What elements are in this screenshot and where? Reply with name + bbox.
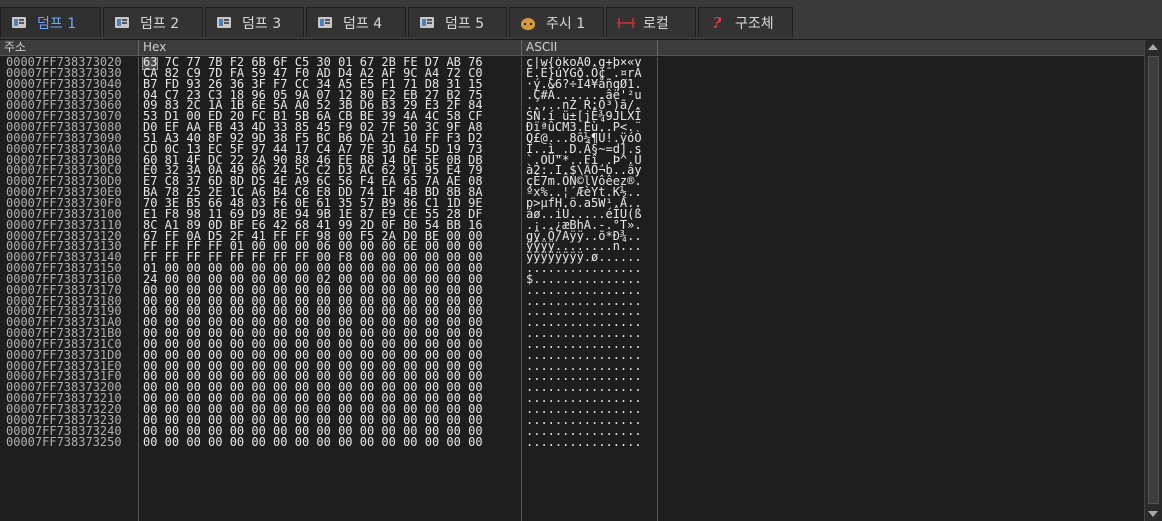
tab-label: 덤프 3 bbox=[242, 15, 282, 32]
watch-icon bbox=[520, 16, 536, 30]
header-ascii[interactable]: ASCII bbox=[522, 40, 658, 55]
vertical-scrollbar[interactable] bbox=[1144, 40, 1162, 521]
row-hex-bytes[interactable]: 00 00 00 00 00 00 00 00 00 00 00 00 00 0… bbox=[143, 436, 483, 448]
tab-dump-4[interactable]: 덤프 4 bbox=[306, 7, 406, 37]
tab-label: 로컬 bbox=[643, 15, 669, 32]
tab-dump-2[interactable]: 덤프 2 bbox=[103, 7, 203, 37]
tab-watch-1[interactable]: 주시 1 bbox=[509, 7, 604, 37]
scroll-down-icon[interactable] bbox=[1148, 511, 1158, 517]
tab-label: 덤프 1 bbox=[37, 15, 77, 32]
tab-label: 덤프 4 bbox=[343, 15, 383, 32]
header-hex[interactable]: Hex bbox=[139, 40, 522, 55]
dump-icon bbox=[11, 16, 27, 30]
tab-locals[interactable]: 로컬 bbox=[606, 7, 696, 37]
locals-icon bbox=[617, 16, 635, 30]
row-address[interactable]: 00007FF738373250 bbox=[6, 436, 122, 448]
dump-icon bbox=[216, 16, 232, 30]
dump-view[interactable]: 주소 Hex ASCII 00007FF738373020 63 7C 77 7B… bbox=[0, 40, 1162, 521]
row-ascii[interactable]: ................ bbox=[526, 436, 642, 448]
struct-icon: ? bbox=[712, 13, 722, 32]
tab-dump-1[interactable]: 덤프 1 bbox=[0, 7, 101, 37]
tab-label: 주시 1 bbox=[546, 15, 586, 32]
tab-label: 덤프 2 bbox=[140, 15, 180, 32]
dump-tab-bar: 덤프 1 덤프 2 덤프 3 덤프 4 덤프 5 주시 1 로컬 ? 구조체 bbox=[0, 0, 1162, 40]
tab-struct[interactable]: ? 구조체 bbox=[698, 7, 793, 37]
scroll-thumb[interactable] bbox=[1148, 56, 1159, 504]
dump-row[interactable]: 00007FF738373250 00 00 00 00 00 00 00 00 … bbox=[0, 436, 1144, 448]
scroll-up-icon[interactable] bbox=[1148, 44, 1158, 50]
column-header: 주소 Hex ASCII bbox=[0, 40, 1144, 56]
dump-icon bbox=[114, 16, 130, 30]
dump-icon bbox=[317, 16, 333, 30]
header-address[interactable]: 주소 bbox=[0, 40, 139, 55]
tab-dump-3[interactable]: 덤프 3 bbox=[205, 7, 304, 37]
dump-rows[interactable]: 00007FF738373020 63 7C 77 7B F2 6B 6F C5 … bbox=[0, 57, 1144, 521]
tab-dump-5[interactable]: 덤프 5 bbox=[408, 7, 507, 37]
dump-icon bbox=[419, 16, 435, 30]
tab-label: 구조체 bbox=[735, 15, 774, 32]
tab-label: 덤프 5 bbox=[445, 15, 485, 32]
